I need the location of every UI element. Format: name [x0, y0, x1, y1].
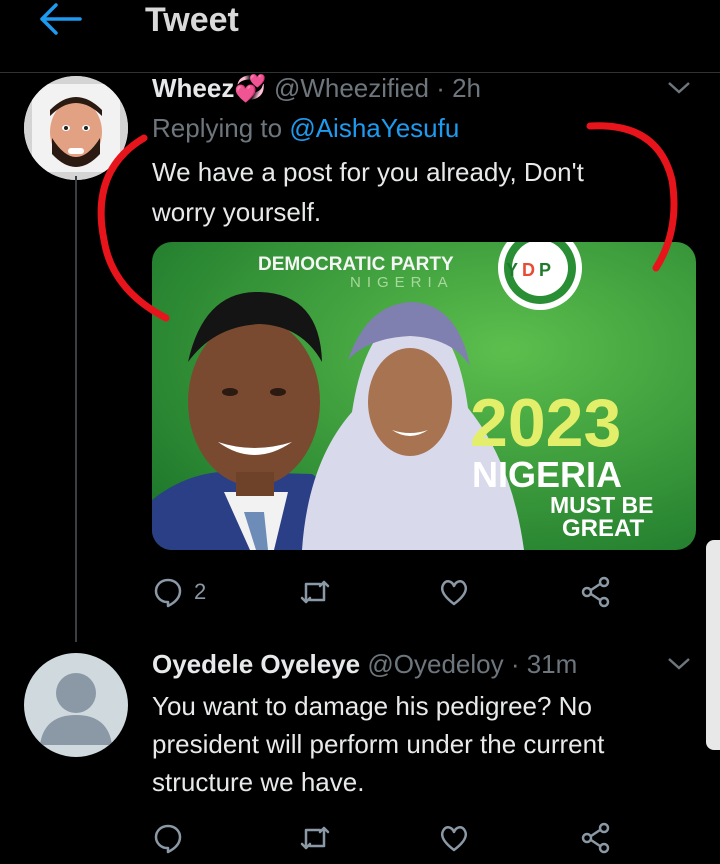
poster-year: 2023	[470, 385, 622, 461]
logo-letter-d: D	[522, 260, 536, 280]
tweet-1-author-name[interactable]: Wheez	[152, 73, 234, 103]
retweet-button[interactable]	[298, 818, 332, 858]
share-icon	[581, 822, 610, 854]
logo-letter-p: P	[539, 260, 552, 280]
tweet-1-media-image[interactable]: DEMOCRATIC PARTY NIGERIA Y D P 2023 NIGE…	[152, 242, 696, 550]
avatar-oyedele[interactable]	[24, 653, 128, 757]
scrollbar-handle[interactable]	[706, 540, 720, 750]
thread-connector	[75, 176, 77, 642]
tweet-2-text-line-1: You want to damage his pedigree? No	[152, 691, 592, 721]
tweet-2-actions	[152, 818, 622, 858]
like-button[interactable]	[438, 818, 470, 858]
back-arrow-icon[interactable]	[34, 0, 86, 40]
cartoon-face-icon	[24, 76, 128, 180]
default-profile-icon	[40, 673, 112, 745]
heart-outline-icon	[440, 580, 468, 606]
reply-icon	[154, 578, 182, 608]
poster-slogan-line-1: NIGERIA	[472, 454, 623, 495]
replying-label: Replying to	[152, 113, 283, 143]
poster-country-name: NIGERIA	[350, 274, 454, 291]
chevron-down-icon[interactable]	[664, 654, 694, 674]
share-button[interactable]	[580, 572, 612, 612]
tweet-1-handle[interactable]: @Wheezified	[274, 73, 429, 103]
poster-slogan-line-3: GREAT	[562, 515, 645, 542]
tweet-1-time: · 2h	[436, 73, 482, 103]
reply-icon	[154, 824, 182, 854]
tweet-1-actions: 2	[152, 572, 622, 612]
share-button[interactable]	[580, 818, 612, 858]
tweet-2-handle[interactable]: @Oyedeloy	[367, 649, 503, 679]
retweet-button[interactable]	[298, 572, 332, 612]
tweet-2-header: Oyedele Oyeleye @Oyedeloy · 31m	[152, 648, 577, 680]
retweet-icon	[300, 826, 330, 850]
heart-emoji-icon: 💞	[234, 73, 267, 103]
tweet-1-text-line-1: We have a post for you already, Don't	[152, 157, 584, 187]
chevron-down-icon[interactable]	[664, 78, 694, 98]
poster-logo-letters: Y D P	[506, 260, 551, 281]
avatar-wheez[interactable]	[24, 76, 128, 180]
share-icon	[581, 576, 610, 608]
poster-party-name: DEMOCRATIC PARTY	[258, 254, 454, 275]
tweet-1-replying: Replying to @AishaYesufu	[152, 112, 459, 144]
reply-button[interactable]: 2	[152, 572, 206, 612]
logo-letter-y: Y	[506, 260, 519, 280]
like-button[interactable]	[438, 572, 470, 612]
reply-count: 2	[194, 579, 207, 604]
heart-outline-icon	[440, 826, 468, 852]
reply-button[interactable]	[152, 818, 184, 858]
tweet-1-header: Wheez💞 @Wheezified · 2h	[152, 72, 481, 104]
tweet-2-text-line-2: president will perform under the current	[152, 729, 605, 759]
retweet-icon	[300, 580, 330, 604]
tweet-2-text-line-3: structure we have.	[152, 767, 365, 797]
replying-to-mention[interactable]: @AishaYesufu	[289, 113, 459, 143]
tweet-1-text-line-2: worry yourself.	[152, 197, 322, 227]
tweet-2-author-name[interactable]: Oyedele Oyeleye	[152, 649, 360, 679]
top-bar: Tweet	[0, 0, 720, 73]
tweet-2-time: · 31m	[510, 649, 578, 679]
page-title: Tweet	[145, 1, 239, 39]
